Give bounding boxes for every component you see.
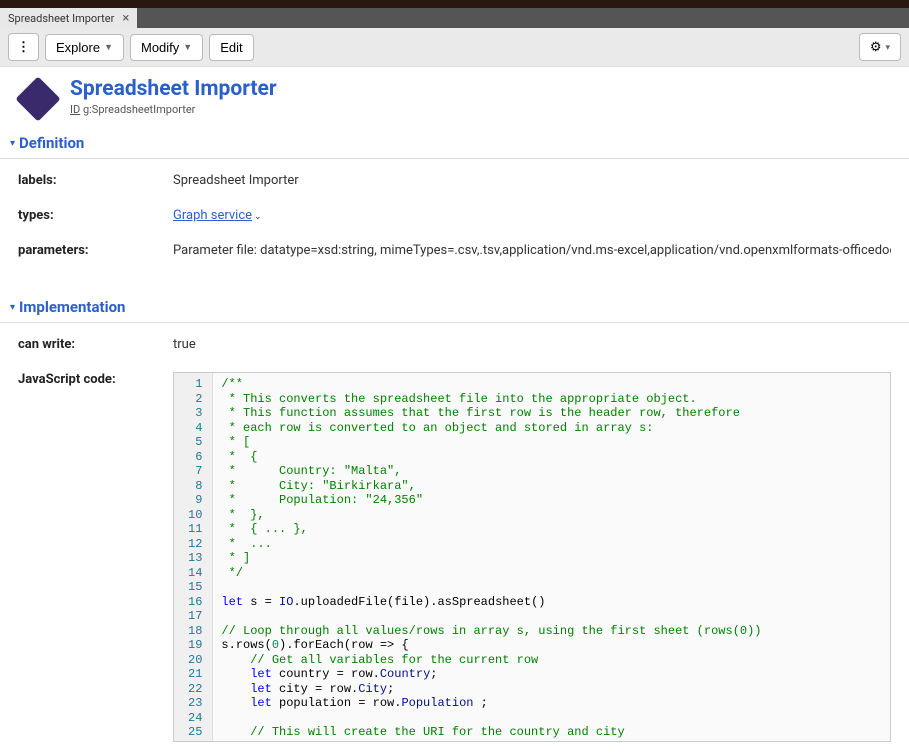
field-can-write: can write: true [18, 337, 891, 352]
tab-spreadsheet-importer[interactable]: Spreadsheet Importer × [0, 8, 137, 28]
chevron-down-icon: ▾ [10, 138, 15, 149]
field-label: JavaScript code: [18, 372, 173, 387]
settings-button[interactable]: ⚙ ▾ [859, 33, 901, 61]
tab-strip: Spreadsheet Importer × [0, 8, 909, 28]
page-title: Spreadsheet Importer [70, 77, 277, 101]
modify-button[interactable]: Modify ▼ [130, 34, 203, 61]
window-top-bar [0, 0, 909, 8]
toolbar: ⋮ Explore ▼ Modify ▼ Edit ⚙ ▾ [0, 28, 909, 67]
section-definition-header[interactable]: ▾ Definition [0, 128, 909, 159]
more-actions-button[interactable]: ⋮ [8, 33, 39, 61]
code-content[interactable]: /** * This converts the spreadsheet file… [213, 373, 890, 741]
code-editor[interactable]: 1234567891011121314151617181920212223242… [173, 372, 891, 742]
field-label: types: [18, 208, 173, 223]
edit-label: Edit [220, 40, 242, 55]
field-label: parameters: [18, 243, 173, 258]
field-value: Spreadsheet Importer [173, 173, 891, 188]
modify-label: Modify [141, 40, 179, 55]
field-value: true [173, 337, 891, 352]
resource-id: ID g:SpreadsheetImporter [70, 103, 277, 116]
implementation-fields: can write: true JavaScript code: 1234567… [0, 323, 909, 756]
field-label: labels: [18, 173, 173, 188]
section-title: Implementation [19, 298, 125, 316]
id-value: g:SpreadsheetImporter [83, 103, 195, 116]
explore-button[interactable]: Explore ▼ [45, 34, 124, 61]
type-link[interactable]: Graph service [173, 208, 252, 223]
chevron-down-icon: ▾ [885, 42, 890, 53]
chevron-down-icon[interactable]: ⌄ [254, 212, 262, 222]
id-label: ID [70, 103, 80, 116]
section-implementation-header[interactable]: ▾ Implementation [0, 292, 909, 323]
chevron-down-icon: ▼ [104, 42, 113, 52]
section-title: Definition [19, 134, 84, 152]
definition-fields: labels: Spreadsheet Importer types: Grap… [0, 159, 909, 292]
chevron-down-icon: ▾ [10, 302, 15, 313]
edit-button[interactable]: Edit [209, 34, 253, 61]
explore-label: Explore [56, 40, 100, 55]
page-header: Spreadsheet Importer ID g:SpreadsheetImp… [0, 67, 909, 128]
line-number-gutter: 1234567891011121314151617181920212223242… [174, 373, 213, 741]
field-label: can write: [18, 337, 173, 352]
gear-icon: ⚙ [870, 39, 882, 55]
field-types: types: Graph service⌄ [18, 208, 891, 223]
resource-icon [15, 76, 60, 121]
field-parameters: parameters: Parameter file: datatype=xsd… [18, 243, 891, 258]
field-javascript-code: JavaScript code: 12345678910111213141516… [18, 372, 891, 742]
chevron-down-icon: ▼ [183, 42, 192, 52]
field-labels: labels: Spreadsheet Importer [18, 173, 891, 188]
close-icon[interactable]: × [122, 11, 129, 26]
tab-title: Spreadsheet Importer [8, 12, 114, 25]
field-value: Parameter file: datatype=xsd:string, mim… [173, 243, 891, 258]
